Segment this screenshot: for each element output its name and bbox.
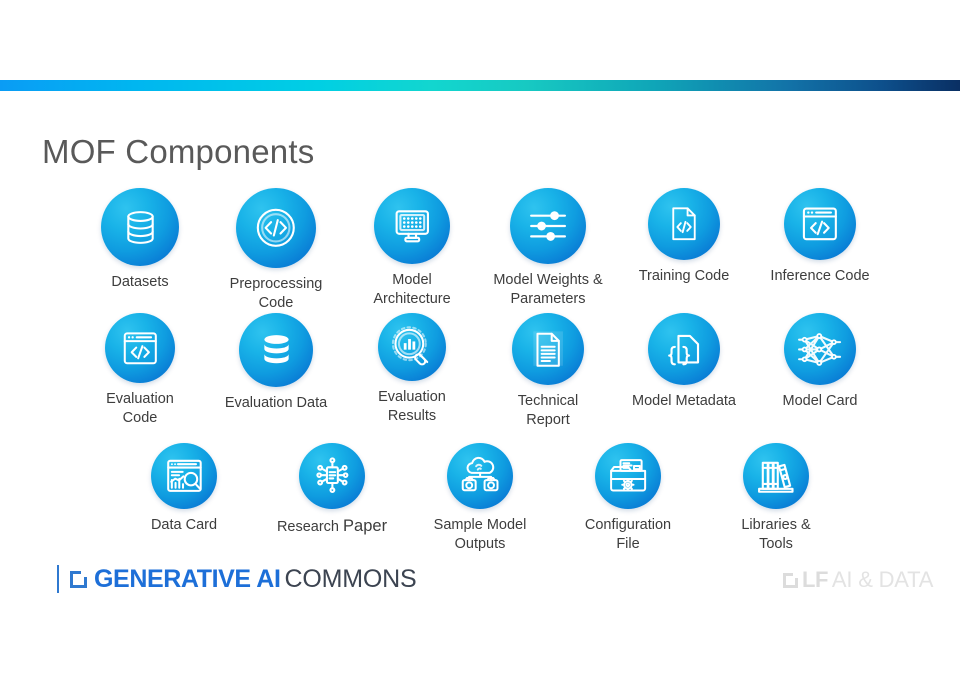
- component-label: Sample Model Outputs: [433, 517, 527, 553]
- lf-ai-data-light-text: AI & DATA: [831, 567, 934, 592]
- magnifier-chart-icon: [378, 313, 446, 381]
- neural-network-icon: [784, 313, 856, 385]
- component-row-1: Datasets Preprocessing Code Model Archit…: [0, 188, 960, 313]
- component-label: Technical Report: [517, 393, 579, 429]
- component-item[interactable]: Data Card: [110, 443, 258, 554]
- component-label: Model Metadata: [632, 393, 736, 409]
- component-item[interactable]: Evaluation Results: [344, 313, 480, 430]
- component-label: Model Architecture: [373, 272, 451, 308]
- component-label: Evaluation Results: [378, 389, 446, 425]
- page-title: MOF Components: [42, 133, 315, 170]
- component-label: Model Weights & Parameters: [493, 272, 603, 308]
- component-item[interactable]: Evaluation Data: [208, 313, 344, 430]
- top-gradient-bar: [0, 80, 960, 91]
- code-file-icon: [648, 188, 720, 260]
- generative-ai-commons-mark-icon: [70, 570, 88, 588]
- lf-ai-data-mark-icon: [783, 571, 799, 588]
- component-item[interactable]: Preprocessing Code: [208, 188, 344, 313]
- component-label: Inference Code: [770, 268, 870, 284]
- generative-ai-commons-logo: GENERATIVE AI COMMONS: [70, 565, 417, 594]
- footer-divider: [57, 565, 59, 593]
- database-outline-icon: [101, 188, 179, 266]
- component-label: Model Card: [782, 393, 858, 409]
- document-lines-icon: [512, 313, 584, 385]
- component-label: Libraries & Tools: [741, 517, 811, 553]
- generative-ai-commons-strong-text: GENERATIVE AI: [94, 565, 281, 593]
- slide-canvas: MOF Components Datasets Preprocessing Co…: [0, 0, 960, 676]
- component-label: Datasets: [111, 274, 169, 290]
- cloud-cameras-icon: [447, 443, 513, 509]
- component-item[interactable]: Model Weights & Parameters: [480, 188, 616, 313]
- code-window-icon: [784, 188, 856, 260]
- code-window-icon: [105, 313, 175, 383]
- braces-document-icon: [648, 313, 720, 385]
- dashboard-search-icon: [151, 443, 217, 509]
- component-row-2: Evaluation Code Evaluation Data Evaluati…: [0, 313, 960, 430]
- component-item[interactable]: Configuration File: [554, 443, 702, 554]
- component-item[interactable]: Datasets: [72, 188, 208, 313]
- component-item[interactable]: Model Metadata: [616, 313, 752, 430]
- component-label: Evaluation Data: [224, 395, 328, 411]
- component-label: Evaluation Code: [106, 391, 174, 427]
- books-icon: [743, 443, 809, 509]
- folder-gear-icon: [595, 443, 661, 509]
- lf-ai-data-strong-text: LF: [802, 567, 828, 592]
- component-item[interactable]: Training Code: [616, 188, 752, 313]
- component-row-3: Data Card Research Paper Sample Model Ou…: [0, 443, 960, 554]
- component-item[interactable]: Inference Code: [752, 188, 888, 313]
- component-item[interactable]: Evaluation Code: [72, 313, 208, 430]
- component-label: Research Paper: [276, 517, 388, 535]
- component-item[interactable]: Technical Report: [480, 313, 616, 430]
- component-item[interactable]: Libraries & Tools: [702, 443, 850, 554]
- monitor-grid-icon: [374, 188, 450, 264]
- component-item[interactable]: Research Paper: [258, 443, 406, 554]
- lf-ai-data-logo: LF AI & DATA: [783, 567, 933, 593]
- component-label: Data Card: [150, 517, 218, 533]
- document-nodes-icon: [299, 443, 365, 509]
- component-label: Configuration File: [584, 517, 672, 553]
- generative-ai-commons-light-text: COMMONS: [284, 565, 417, 593]
- component-label: Preprocessing Code: [229, 276, 323, 312]
- component-item[interactable]: Model Architecture: [344, 188, 480, 313]
- code-circle-icon: [236, 188, 316, 268]
- sliders-icon: [510, 188, 586, 264]
- component-label: Training Code: [638, 268, 730, 284]
- component-item[interactable]: Model Card: [752, 313, 888, 430]
- component-item[interactable]: Sample Model Outputs: [406, 443, 554, 554]
- database-solid-icon: [239, 313, 313, 387]
